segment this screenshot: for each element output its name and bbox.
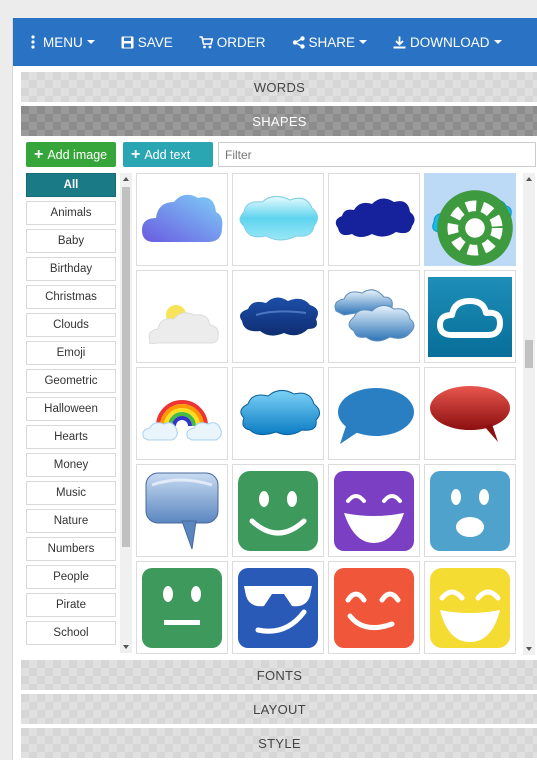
- shape-tile[interactable]: [424, 270, 516, 363]
- plus-icon: +: [34, 145, 44, 163]
- plus-icon: +: [131, 145, 141, 163]
- category-item[interactable]: Money: [26, 453, 116, 477]
- add-text-button[interactable]: + Add text: [123, 142, 213, 167]
- category-item[interactable]: Geometric: [26, 369, 116, 393]
- laughing-yellow-icon: [430, 567, 510, 648]
- category-item[interactable]: Hearts: [26, 425, 116, 449]
- cloud-purple-gradient-icon: [142, 194, 223, 242]
- shape-tile[interactable]: [424, 561, 516, 654]
- add-image-label: Add image: [47, 147, 108, 162]
- share-icon: [292, 35, 305, 49]
- rainbow-cloud-icon: [142, 399, 222, 440]
- category-item[interactable]: School: [26, 621, 116, 645]
- speech-bubble-blue-icon: [338, 387, 414, 444]
- chevron-down-icon: [359, 40, 368, 44]
- app-frame: MENU SAVE ORDER SHARE DOWNLOAD WORDS SHA…: [12, 18, 537, 760]
- smiley-purple-icon: [334, 470, 414, 551]
- category-item[interactable]: Baby: [26, 229, 116, 253]
- shape-tile[interactable]: [136, 270, 228, 363]
- category-item[interactable]: Birthday: [26, 257, 116, 281]
- category-scrollbar[interactable]: [120, 173, 132, 653]
- shapes-section-header[interactable]: SHAPES: [21, 106, 537, 136]
- order-label: ORDER: [216, 34, 266, 50]
- add-text-label: Add text: [144, 147, 191, 162]
- shape-tile[interactable]: [328, 367, 420, 460]
- sunglasses-blue-icon: [238, 567, 318, 648]
- category-item[interactable]: Animals: [26, 201, 116, 225]
- shape-tile[interactable]: [424, 173, 516, 266]
- shape-tile[interactable]: [136, 464, 228, 557]
- scroll-down-icon[interactable]: [526, 647, 532, 651]
- category-list: All Animals Baby Birthday Christmas Clouds Emo…: [26, 173, 118, 653]
- download-icon: [393, 36, 406, 49]
- scrollbar-thumb[interactable]: [525, 340, 533, 368]
- category-item[interactable]: Music: [26, 481, 116, 505]
- sun-cloud-icon: [148, 304, 219, 344]
- speech-bubble-glass-icon: [145, 472, 219, 549]
- category-item[interactable]: Nature: [26, 509, 116, 533]
- scrollbar-thumb[interactable]: [122, 187, 130, 547]
- shape-tile[interactable]: [328, 173, 420, 266]
- shape-tile[interactable]: [232, 367, 324, 460]
- shape-tile[interactable]: [136, 561, 228, 654]
- shape-grid: [136, 173, 521, 655]
- shape-tile[interactable]: [232, 561, 324, 654]
- share-label: SHARE: [308, 34, 356, 50]
- filter-input[interactable]: [218, 142, 536, 167]
- wink-orange-icon: [334, 567, 414, 648]
- category-item[interactable]: Christmas: [26, 285, 116, 309]
- vertical-dots-icon: [31, 35, 35, 49]
- shape-tile[interactable]: [232, 464, 324, 557]
- shape-tile[interactable]: [232, 270, 324, 363]
- neutral-green-icon: [142, 567, 222, 648]
- floppy-disk-icon: [121, 36, 134, 49]
- words-section-header[interactable]: WORDS: [21, 72, 537, 102]
- cart-icon: [199, 35, 213, 49]
- order-button[interactable]: ORDER: [199, 35, 266, 50]
- category-item[interactable]: All: [26, 173, 116, 197]
- chevron-down-icon: [493, 40, 502, 44]
- category-item[interactable]: People: [26, 565, 116, 589]
- shape-tile[interactable]: [328, 561, 420, 654]
- menu-button[interactable]: MENU: [31, 35, 95, 50]
- cloud-dark-blue-icon: [240, 296, 318, 336]
- cloud-aqua-icon: [239, 195, 318, 240]
- shape-tile[interactable]: [136, 173, 228, 266]
- save-button[interactable]: SAVE: [121, 35, 173, 50]
- cloud-tile-teal-icon: [428, 276, 512, 357]
- menu-label: MENU: [43, 34, 83, 50]
- category-item[interactable]: Halloween: [26, 397, 116, 421]
- smiley-green-icon: [238, 470, 318, 551]
- style-section-header[interactable]: STYLE: [21, 728, 537, 758]
- category-item[interactable]: Emoji: [26, 341, 116, 365]
- category-item[interactable]: Numbers: [26, 537, 116, 561]
- cloud-pair-blue-icon: [334, 288, 415, 341]
- shape-tile[interactable]: [232, 173, 324, 266]
- top-navigation-bar: MENU SAVE ORDER SHARE DOWNLOAD: [13, 18, 537, 66]
- save-label: SAVE: [137, 34, 173, 50]
- shape-tile[interactable]: [424, 464, 516, 557]
- add-image-button[interactable]: + Add image: [26, 142, 116, 167]
- cloud-navy-icon: [335, 197, 415, 237]
- shape-tile[interactable]: [328, 464, 420, 557]
- surprised-blue-icon: [430, 470, 510, 551]
- scroll-up-icon[interactable]: [123, 177, 129, 181]
- download-label: DOWNLOAD: [410, 34, 490, 50]
- category-item[interactable]: Clouds: [26, 313, 116, 337]
- speech-bubble-red-icon: [430, 385, 510, 442]
- download-button[interactable]: DOWNLOAD: [393, 35, 502, 50]
- shape-tile[interactable]: [136, 367, 228, 460]
- scroll-up-icon[interactable]: [526, 177, 532, 181]
- shape-grid-scrollbar[interactable]: [523, 173, 535, 655]
- category-item[interactable]: Pirate: [26, 593, 116, 617]
- shape-tile[interactable]: [328, 270, 420, 363]
- fonts-section-header[interactable]: FONTS: [21, 660, 537, 690]
- gear-icon[interactable]: [433, 188, 517, 268]
- shape-tile[interactable]: [424, 367, 516, 460]
- cloud-bubble-blue-icon: [240, 389, 320, 435]
- chevron-down-icon: [86, 40, 95, 44]
- layout-section-header[interactable]: LAYOUT: [21, 694, 537, 724]
- scroll-down-icon[interactable]: [123, 645, 129, 649]
- share-button[interactable]: SHARE: [292, 35, 368, 50]
